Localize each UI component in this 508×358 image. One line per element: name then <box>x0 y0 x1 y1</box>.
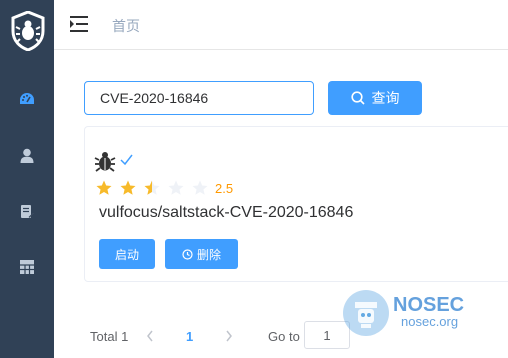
shield-bug-icon[interactable] <box>11 11 45 51</box>
sidebar-item-documents[interactable] <box>17 201 37 221</box>
image-name: vulfocus/saltstack-CVE-2020-16846 <box>99 204 354 221</box>
search-icon <box>350 91 365 105</box>
breadcrumb-home[interactable]: 首页 <box>112 16 140 36</box>
nosec-watermark: NOSEC nosec.org <box>343 290 508 340</box>
search-input[interactable] <box>84 81 314 115</box>
start-button-label: 启动 <box>114 247 139 262</box>
star-full-icon <box>96 180 112 195</box>
goto-label: Go to <box>268 328 300 344</box>
dashboard-icon <box>20 93 34 104</box>
page-number-current[interactable]: 1 <box>186 322 193 350</box>
star-full-icon <box>120 180 136 195</box>
start-button[interactable]: 启动 <box>99 239 155 269</box>
sidebar-item-user[interactable] <box>17 145 37 165</box>
document-edit-icon <box>21 204 34 218</box>
delete-button-label: 删除 <box>196 247 221 262</box>
star-empty-icon <box>168 180 184 195</box>
sidebar-item-dashboard[interactable] <box>17 89 37 109</box>
check-icon <box>120 154 133 166</box>
nosec-logo-icon <box>343 290 389 336</box>
prev-page-button[interactable] <box>146 322 154 350</box>
user-icon <box>20 148 34 163</box>
watermark-subtitle: nosec.org <box>401 314 459 329</box>
star-half-icon <box>144 180 160 195</box>
sidebar <box>0 0 54 358</box>
top-navbar: 首页 <box>54 0 508 50</box>
search-button-label: 查询 <box>371 90 400 106</box>
clock-icon <box>182 248 193 260</box>
chevron-left-icon <box>147 330 153 342</box>
bug-icon <box>94 152 116 172</box>
image-card: 2.5 vulfocus/saltstack-CVE-2020-16846 启动… <box>84 126 508 282</box>
pagination-total: Total 1 <box>90 328 129 344</box>
rating-value: 2.5 <box>215 180 234 196</box>
grid-table-icon <box>20 260 34 274</box>
delete-button[interactable]: 删除 <box>165 239 238 269</box>
search-button[interactable]: 查询 <box>328 81 422 115</box>
sidebar-item-grid[interactable] <box>17 257 37 277</box>
next-page-button[interactable] <box>225 322 233 350</box>
chevron-right-icon <box>226 330 232 342</box>
star-empty-icon <box>192 180 208 195</box>
menu-fold-icon[interactable] <box>70 16 88 32</box>
rating-stars: 2.5 <box>95 179 233 197</box>
